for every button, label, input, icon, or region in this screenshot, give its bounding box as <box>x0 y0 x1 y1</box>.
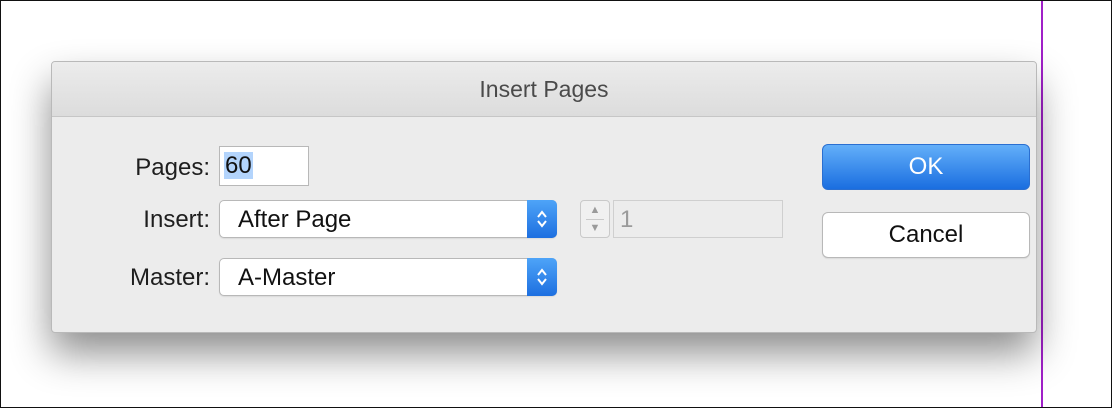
master-label: Master: <box>129 264 210 291</box>
master-select[interactable]: A-Master <box>219 258 557 296</box>
stepper-down-icon[interactable]: ▼ <box>581 222 609 234</box>
insert-select[interactable]: After Page <box>219 200 557 238</box>
insert-pages-dialog: Insert Pages Pages: 60 Insert: After Pag… <box>51 61 1037 333</box>
up-down-chevron-icon <box>527 200 557 238</box>
page-number-stepper[interactable]: ▲ ▼ <box>580 200 610 238</box>
page-guide-line <box>1041 1 1043 407</box>
page-number-field[interactable]: 1 <box>613 200 783 238</box>
pages-input[interactable]: 60 <box>219 146 309 186</box>
up-down-chevron-icon <box>527 258 557 296</box>
pages-label: Pages: <box>135 154 210 181</box>
cancel-button[interactable]: Cancel <box>822 212 1030 258</box>
dialog-title: Insert Pages <box>52 62 1036 117</box>
document-canvas: Insert Pages Pages: 60 Insert: After Pag… <box>0 0 1112 408</box>
insert-label: Insert: <box>143 206 210 233</box>
stepper-divider <box>586 219 604 220</box>
master-select-value: A-Master <box>238 264 336 291</box>
insert-select-value: After Page <box>238 206 352 233</box>
stepper-up-icon[interactable]: ▲ <box>581 204 609 216</box>
ok-button[interactable]: OK <box>822 144 1030 190</box>
pages-input-value: 60 <box>224 152 253 179</box>
